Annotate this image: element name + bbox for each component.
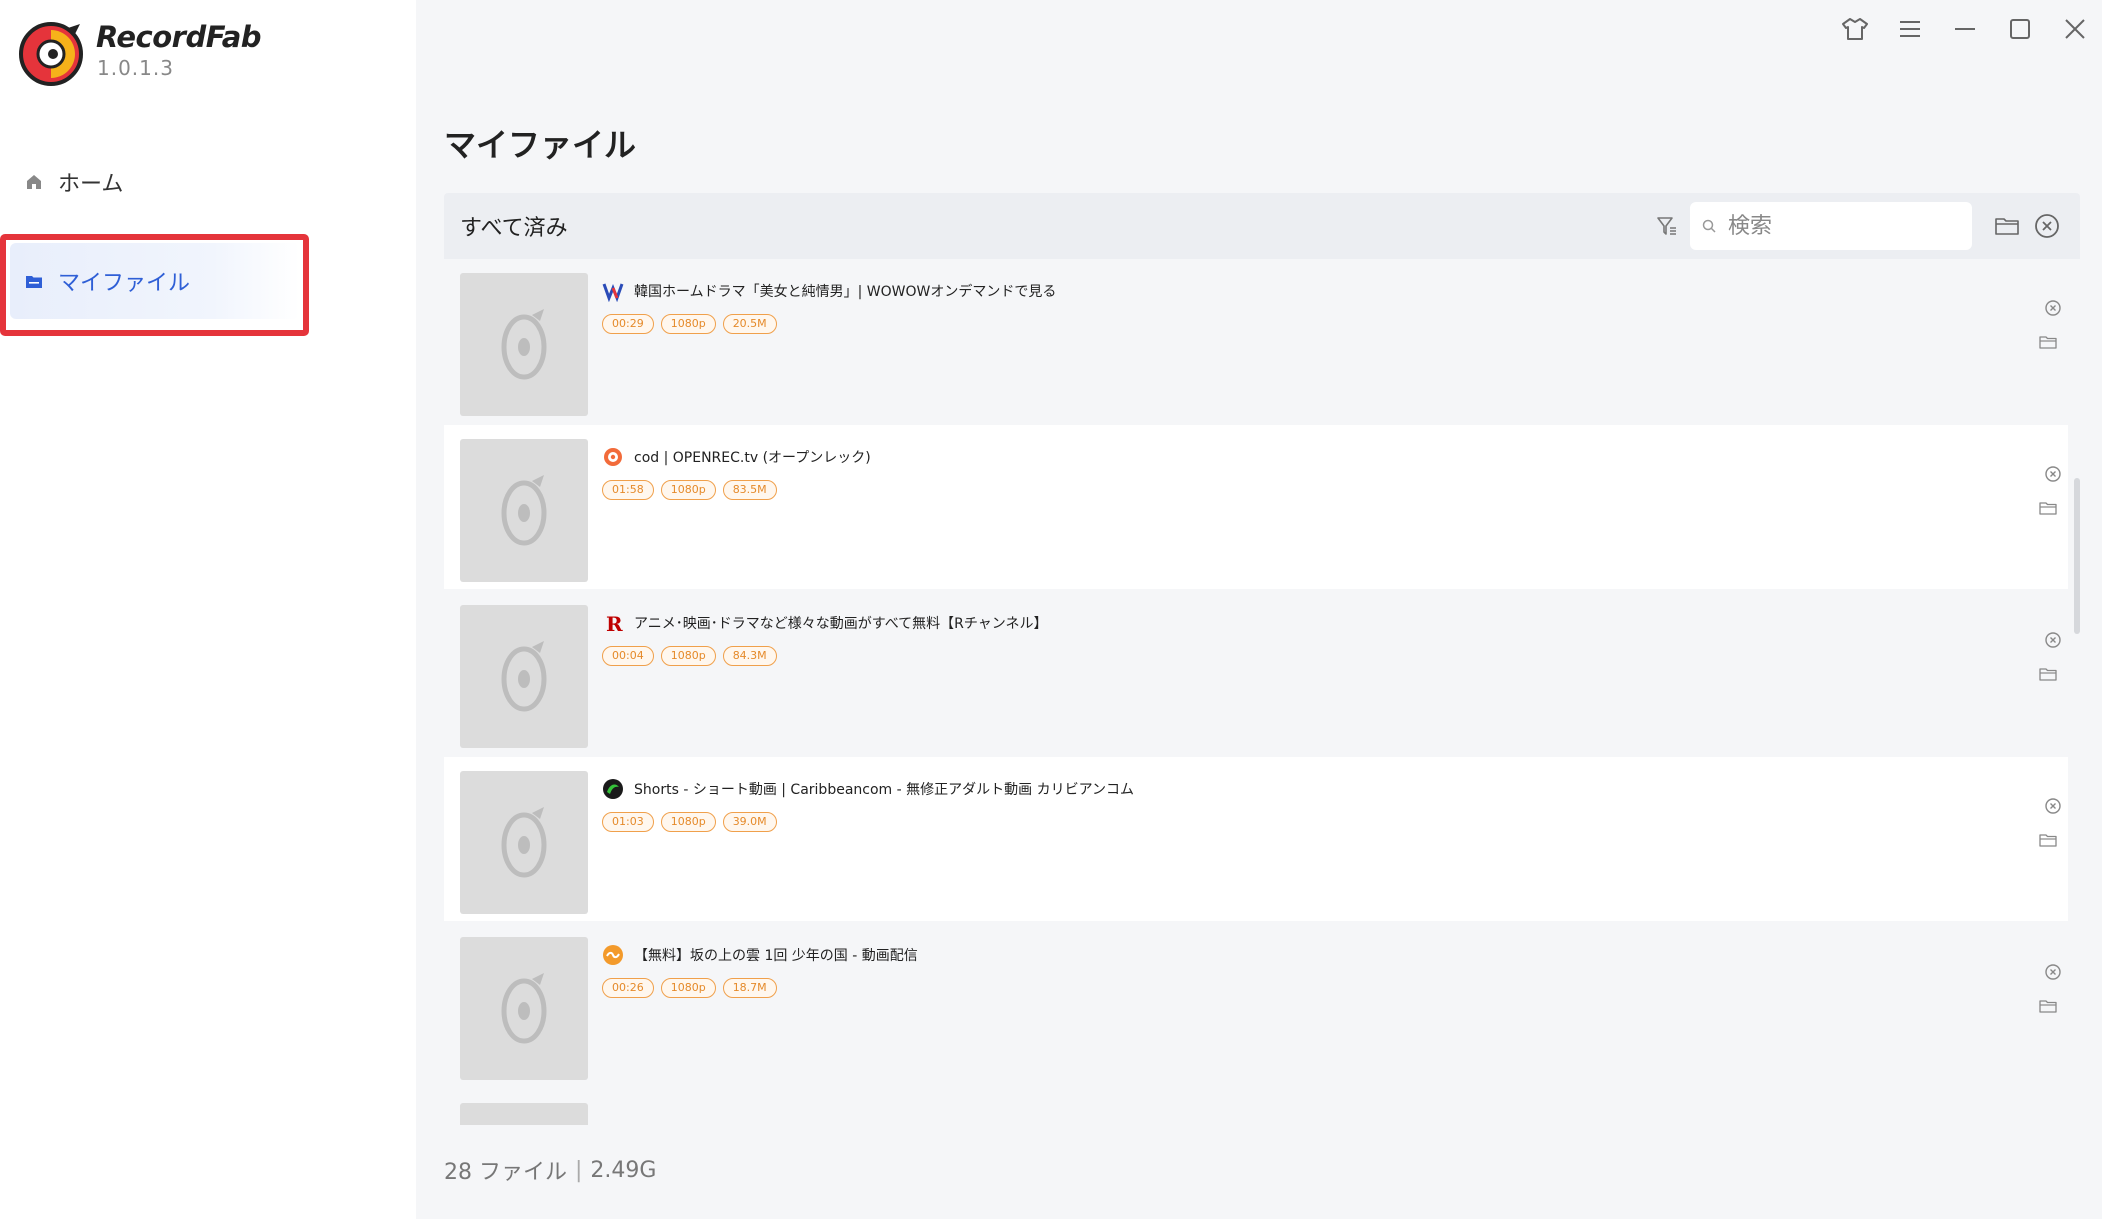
menu-button[interactable] (1882, 0, 1937, 58)
file-row[interactable]: R アニメ･映画･ドラマなど様々な動画がすべて無料【Rチャンネル】 00:04 108… (444, 591, 2068, 755)
files-toolbar: すべて済み (444, 193, 2080, 259)
total-size: 2.49G (590, 1157, 657, 1183)
delete-file-icon[interactable] (2044, 963, 2062, 981)
resolution-tag: 1080p (660, 480, 716, 500)
file-row[interactable]: Shorts - ショート動画 | Caribbeancom - 無修正アダルト… (444, 757, 2068, 921)
resolution-tag: 1080p (660, 314, 716, 334)
file-row[interactable]: 韓国ホームドラマ「美女と純情男」| WOWOWオンデマンドで見る 00:29 108… (444, 259, 2068, 423)
tshirt-icon (1841, 18, 1868, 40)
video-placeholder-icon (501, 972, 547, 1043)
shonen-no-kuni-icon (601, 943, 625, 967)
search-box[interactable] (1690, 202, 1972, 250)
close-icon (2064, 19, 2085, 39)
open-file-location-icon[interactable] (2039, 832, 2057, 848)
size-tag: 84.3M (722, 646, 777, 666)
open-folder-button[interactable] (1990, 209, 2024, 243)
file-tags: 00:26 1080p 18.7M (602, 978, 784, 998)
window-titlebar (1827, 0, 2102, 58)
folder-icon (1995, 218, 2019, 235)
file-tags: 00:04 1080p 84.3M (602, 646, 784, 666)
clear-all-button[interactable] (2030, 209, 2064, 243)
video-thumbnail[interactable] (460, 273, 588, 416)
duration-tag: 01:58 (602, 480, 654, 500)
main-panel: マイファイル すべて済み 韓国ホームドラマ「美女と純情男」| WOWOWオンデマ… (416, 0, 2102, 1219)
search-icon (1702, 219, 1716, 233)
resolution-tag: 1080p (660, 812, 716, 832)
open-file-location-icon[interactable] (2039, 998, 2057, 1014)
nav-item-home-label: ホーム (58, 172, 124, 197)
file-row[interactable]: cod | OPENREC.tv (オープンレック) 01:58 1080p 83.5… (444, 425, 2068, 589)
wowow-icon (601, 279, 625, 303)
video-thumbnail[interactable] (460, 771, 588, 914)
home-icon (24, 172, 44, 192)
resolution-tag: 1080p (660, 646, 716, 666)
size-tag: 83.5M (722, 480, 777, 500)
footer-summary: 28 ファイル | 2.49G (444, 1154, 656, 1186)
file-count: 28 ファイル (444, 1160, 567, 1185)
minimize-button[interactable] (1937, 0, 1992, 58)
sidebar: RecordFab 1.0.1.3 ホーム マイファイル (0, 0, 416, 1219)
video-placeholder-icon (501, 806, 547, 877)
file-list: 韓国ホームドラマ「美女と純情男」| WOWOWオンデマンドで見る 00:29 108… (444, 259, 2080, 1125)
video-thumbnail[interactable] (460, 937, 588, 1080)
file-tags: 00:29 1080p 20.5M (602, 314, 784, 334)
size-tag: 18.7M (722, 978, 777, 998)
file-row-partial[interactable] (444, 1089, 2068, 1125)
caribbeancom-icon (601, 777, 625, 801)
delete-file-icon[interactable] (2044, 631, 2062, 649)
file-title: 韓国ホームドラマ「美女と純情男」| WOWOWオンデマンドで見る (634, 284, 1057, 300)
footer-separator: | (575, 1157, 583, 1183)
open-file-location-icon[interactable] (2039, 334, 2057, 350)
video-thumbnail[interactable] (460, 439, 588, 582)
size-tag: 20.5M (722, 314, 777, 334)
open-file-location-icon[interactable] (2039, 500, 2057, 516)
maximize-button[interactable] (1992, 0, 2047, 58)
delete-file-icon[interactable] (2044, 465, 2062, 483)
close-circle-icon (2035, 214, 2059, 238)
video-thumbnail[interactable] (460, 605, 588, 748)
filter-button[interactable] (1650, 209, 1684, 243)
app-name: RecordFab (96, 20, 262, 54)
delete-file-icon[interactable] (2044, 299, 2062, 317)
video-placeholder-icon (501, 308, 547, 379)
resolution-tag: 1080p (660, 978, 716, 998)
nav-item-home[interactable]: ホーム (10, 144, 300, 220)
file-row[interactable]: 【無料】坂の上の雲 1回 少年の国 - 動画配信 00:26 1080p 18.7M (444, 923, 2068, 1087)
search-input[interactable] (1728, 213, 1948, 239)
file-title: 【無料】坂の上の雲 1回 少年の国 - 動画配信 (634, 948, 918, 964)
file-title: アニメ･映画･ドラマなど様々な動画がすべて無料【Rチャンネル】 (634, 616, 1048, 632)
delete-file-icon[interactable] (2044, 797, 2062, 815)
open-file-location-icon[interactable] (2039, 666, 2057, 682)
minimize-icon (1954, 28, 1975, 30)
hamburger-menu-icon (1899, 21, 1920, 37)
openrec-icon (601, 445, 625, 469)
file-tags: 01:58 1080p 83.5M (602, 480, 784, 500)
filter-status-label: すべて済み (460, 216, 568, 241)
skin-button[interactable] (1827, 0, 1882, 58)
page-title: マイファイル (444, 126, 637, 164)
rakuten-r-icon: R (601, 611, 625, 635)
file-title: Shorts - ショート動画 | Caribbeancom - 無修正アダルト… (634, 782, 1135, 798)
size-tag: 39.0M (722, 812, 777, 832)
close-button[interactable] (2047, 0, 2102, 58)
duration-tag: 00:26 (602, 978, 654, 998)
video-placeholder-icon (501, 640, 547, 711)
filter-icon (1657, 217, 1676, 235)
recordfab-logo (19, 22, 83, 86)
file-tags: 01:03 1080p 39.0M (602, 812, 784, 832)
app-version: 1.0.1.3 (97, 56, 174, 80)
maximize-icon (2009, 19, 2030, 39)
svg-text:R: R (606, 612, 623, 634)
video-placeholder-icon (501, 474, 547, 545)
duration-tag: 00:29 (602, 314, 654, 334)
selection-highlight-box (0, 234, 309, 336)
duration-tag: 00:04 (602, 646, 654, 666)
duration-tag: 01:03 (602, 812, 654, 832)
list-scrollbar[interactable] (2074, 478, 2080, 634)
file-title: cod | OPENREC.tv (オープンレック) (634, 450, 871, 466)
video-thumbnail[interactable] (460, 1103, 588, 1125)
